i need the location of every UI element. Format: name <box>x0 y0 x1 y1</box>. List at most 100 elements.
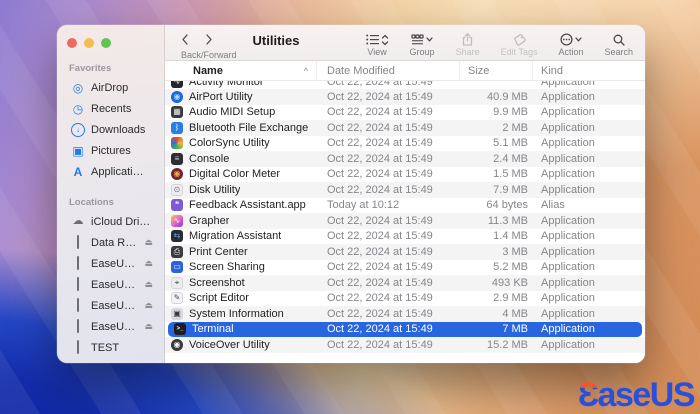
sidebar-item-easeu[interactable]: EaseU… ⏏ <box>61 274 160 295</box>
file-size-cell: 2 MB <box>502 121 528 134</box>
file-row-activity-monitor[interactable]: ∿ Activity Monitor Oct 22, 2024 at 15:49 Ap… <box>165 81 645 89</box>
file-row-disk-utility[interactable]: ⊙ Disk Utility Oct 22, 2024 at 15:49 7.9 MB… <box>165 182 645 198</box>
column-header-date-modified[interactable]: Date Modified <box>317 61 460 80</box>
column-header-kind[interactable]: Kind <box>533 61 645 80</box>
group-grid-icon <box>411 33 424 46</box>
share-icon <box>462 33 473 46</box>
eject-icon[interactable]: ⏏ <box>144 322 153 331</box>
file-row-system-information[interactable]: ▣ System Information Oct 22, 2024 at 15:49… <box>165 306 645 322</box>
sidebar-item-downloads[interactable]: ↓ Downloads <box>61 119 160 140</box>
chevron-down-icon <box>426 37 433 42</box>
finder-window: Favorites ◎ AirDrop ◷ Recents ↓ Downloads ▣ Pic… <box>57 25 645 363</box>
eject-icon[interactable]: ⏏ <box>144 280 153 289</box>
finder-main: Back/Forward Utilities View Group Share … <box>165 25 645 363</box>
sidebar-item-label: iCloud Dri… <box>91 215 151 228</box>
file-kind-cell: Application <box>541 214 595 227</box>
file-date-modified-cell: Oct 22, 2024 at 15:49 <box>327 245 433 258</box>
close-window-button[interactable] <box>67 38 77 48</box>
sidebar-item-label: Applicati… <box>91 165 144 178</box>
file-row-migration-assistant[interactable]: ⇆ Migration Assistant Oct 22, 2024 at 15:4… <box>165 229 645 245</box>
file-kind-cell: Application <box>541 261 595 274</box>
sidebar-item-recents[interactable]: ◷ Recents <box>61 98 160 119</box>
file-name-label: Screenshot <box>189 276 245 289</box>
downloads-icon: ↓ <box>71 122 85 137</box>
file-name-cell: ∿ Activity Monitor <box>165 81 317 89</box>
file-date-modified-cell: Oct 22, 2024 at 15:49 <box>327 338 433 351</box>
file-name-label: Disk Utility <box>189 183 241 196</box>
eject-icon[interactable]: ⏏ <box>144 238 153 247</box>
file-name-cell: ⇆ Migration Assistant <box>165 229 317 245</box>
group-button[interactable]: Group <box>410 25 435 60</box>
file-row-console[interactable]: ≡ Console Oct 22, 2024 at 15:49 2.4 MB Appli… <box>165 151 645 167</box>
file-row-script-editor[interactable]: ✎ Script Editor Oct 22, 2024 at 15:49 2.9 M… <box>165 291 645 307</box>
sidebar-item-applicati[interactable]: A Applicati… <box>61 161 160 182</box>
system-information-icon: ▣ <box>171 307 183 320</box>
view-button[interactable]: View <box>365 25 389 60</box>
file-row-bluetooth-file-exchange[interactable]: ᛒ Bluetooth File Exchange Oct 22, 2024 at … <box>165 120 645 136</box>
file-size-cell: 9.9 MB <box>493 106 528 119</box>
action-button[interactable]: Action <box>558 25 583 60</box>
file-row-feedback-assistant-app[interactable]: ❝ Feedback Assistant.app Today at 10:12 64 … <box>165 198 645 214</box>
minimize-window-button[interactable] <box>84 38 94 48</box>
search-button[interactable]: Search <box>604 25 633 60</box>
column-header-size[interactable]: Size <box>460 61 533 80</box>
sidebar-item-pictures[interactable]: ▣ Pictures <box>61 140 160 161</box>
airport-utility-icon: ◉ <box>171 90 183 103</box>
file-row-terminal[interactable]: >_ Terminal Oct 22, 2024 at 15:49 7 MB Appli… <box>168 321 642 338</box>
file-row-voiceover-utility[interactable]: ◉ VoiceOver Utility Oct 22, 2024 at 15:49 1… <box>165 337 645 353</box>
external-drive-icon <box>71 235 85 249</box>
sidebar-item-icloud-dri[interactable]: ☁ iCloud Dri… <box>61 211 160 232</box>
file-date-modified-cell: Oct 22, 2024 at 15:49 <box>327 214 433 227</box>
sidebar-favorites-heading: Favorites <box>69 63 112 74</box>
file-name-cell: ⊙ Disk Utility <box>165 182 317 198</box>
file-name-label: Screen Sharing <box>189 261 265 274</box>
sidebar-locations-list: ☁ iCloud Dri… Data R… ⏏ EaseU… ⏏ EaseU… ⏏ EaseU…… <box>57 211 164 358</box>
file-row-audio-midi-setup[interactable]: ▦ Audio MIDI Setup Oct 22, 2024 at 15:49 9.… <box>165 105 645 121</box>
file-size-cell: 1.5 MB <box>493 168 528 181</box>
sidebar-item-data-r[interactable]: Data R… ⏏ <box>61 232 160 253</box>
file-name-cell: ▦ Audio MIDI Setup <box>165 105 317 121</box>
file-name-cell: >_ Terminal <box>168 322 317 338</box>
file-row-screenshot[interactable]: ⌖ Screenshot Oct 22, 2024 at 15:49 493 KB Ap… <box>165 275 645 291</box>
back-button[interactable] <box>181 32 189 50</box>
file-size-cell <box>460 81 533 89</box>
file-kind-cell: Application <box>541 137 595 150</box>
file-size-cell: 40.9 MB <box>487 90 528 103</box>
column-header-name[interactable]: Name ^ <box>165 61 317 80</box>
sidebar-item-label: Downloads <box>91 123 146 136</box>
file-name-cell: ColorSync Utility <box>165 136 317 152</box>
file-name-cell: ⎙ Print Center <box>165 244 317 260</box>
file-row-digital-color-meter[interactable]: ◉ Digital Color Meter Oct 22, 2024 at 15:4… <box>165 167 645 183</box>
ellipsis-circle-icon <box>560 33 573 46</box>
file-row-print-center[interactable]: ⎙ Print Center Oct 22, 2024 at 15:49 3 MB Ap… <box>165 244 645 260</box>
file-row-airport-utility[interactable]: ◉ AirPort Utility Oct 22, 2024 at 15:49 40.… <box>165 89 645 105</box>
file-size-cell: 493 KB <box>491 276 528 289</box>
file-size-cell: 5.2 MB <box>493 261 528 274</box>
eject-icon[interactable]: ⏏ <box>144 301 153 310</box>
file-name-cell: ◉ AirPort Utility <box>165 89 317 105</box>
window-controls <box>57 38 164 48</box>
sidebar-item-easeu[interactable]: EaseU… ⏏ <box>61 253 160 274</box>
file-date-modified-cell: Oct 22, 2024 at 15:49 <box>327 90 433 103</box>
file-name-label: Activity Monitor <box>189 81 264 88</box>
zoom-window-button[interactable] <box>101 38 111 48</box>
sidebar-item-test[interactable]: TEST <box>61 337 160 358</box>
file-kind-cell: Application <box>541 245 595 258</box>
sidebar-item-easeu[interactable]: EaseU… ⏏ <box>61 295 160 316</box>
file-name-label: Script Editor <box>189 292 249 305</box>
forward-button[interactable] <box>205 32 213 50</box>
external-drive-icon <box>77 277 79 291</box>
sidebar-item-easeu[interactable]: EaseU… ⏏ <box>61 316 160 337</box>
edit-tags-label: Edit Tags <box>500 47 538 57</box>
eject-icon[interactable]: ⏏ <box>144 259 153 268</box>
file-row-grapher[interactable]: ∿ Grapher Oct 22, 2024 at 15:49 11.3 MB Appl… <box>165 213 645 229</box>
file-name-label: ColorSync Utility <box>189 137 270 150</box>
file-name-cell: ≡ Console <box>165 151 317 167</box>
external-drive-icon <box>71 319 85 333</box>
file-size-cell: 11.3 MB <box>487 214 528 227</box>
sidebar-item-airdrop[interactable]: ◎ AirDrop <box>61 77 160 98</box>
file-row-colorsync-utility[interactable]: ColorSync Utility Oct 22, 2024 at 15:49 5.… <box>165 136 645 152</box>
file-row-screen-sharing[interactable]: ▭ Screen Sharing Oct 22, 2024 at 15:49 5.2 … <box>165 260 645 276</box>
file-date-modified-cell: Oct 22, 2024 at 15:49 <box>327 323 433 336</box>
print-center-icon: ⎙ <box>171 245 183 258</box>
